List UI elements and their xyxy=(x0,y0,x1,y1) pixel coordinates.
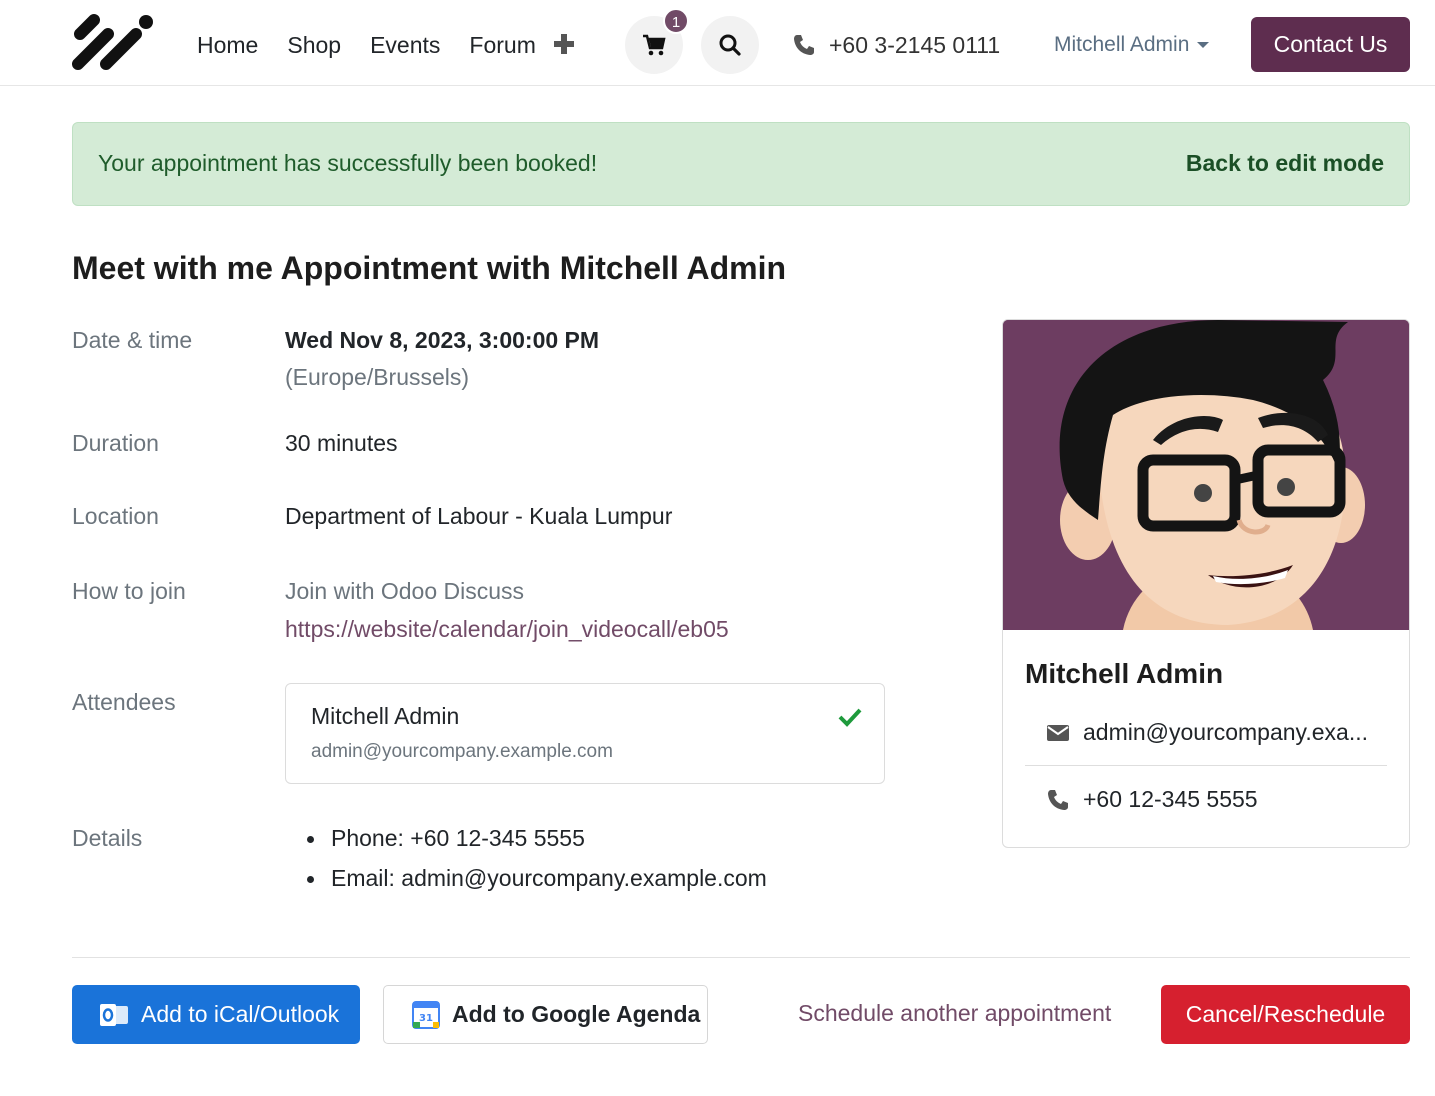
schedule-another-link[interactable]: Schedule another appointment xyxy=(798,1000,1111,1027)
page-title: Meet with me Appointment with Mitchell A… xyxy=(72,250,787,286)
svg-text:31: 31 xyxy=(419,1013,433,1024)
join-label: How to join xyxy=(72,578,186,604)
footer-divider xyxy=(72,957,1410,958)
nav-forum[interactable]: Forum xyxy=(469,30,535,60)
date-label: Date & time xyxy=(72,327,193,353)
card-phone: +60 12-345 5555 xyxy=(1083,786,1258,812)
phone-icon xyxy=(1048,789,1068,810)
duration-label: Duration xyxy=(72,430,159,456)
card-email-row[interactable]: admin@yourcompany.exa... xyxy=(1047,719,1368,746)
date-value: Wed Nov 8, 2023, 3:00:00 PM xyxy=(285,327,600,353)
join-url-link[interactable]: https://website/calendar/join_videocall/… xyxy=(285,616,729,643)
contact-us-button[interactable]: Contact Us xyxy=(1251,17,1410,72)
attendee-name: Mitchell Admin xyxy=(311,703,460,729)
attendee-card: Mitchell Admin admin@yourcompany.example… xyxy=(285,683,885,784)
search-button[interactable] xyxy=(701,16,759,74)
cart-icon xyxy=(643,34,666,56)
join-text: Join with Odoo Discuss xyxy=(285,578,525,604)
nav-shop[interactable]: Shop xyxy=(287,30,341,60)
user-name: Mitchell Admin xyxy=(1054,33,1190,56)
card-divider xyxy=(1025,765,1387,766)
success-alert: Your appointment has successfully been b… xyxy=(72,122,1410,206)
main-nav: Home Shop Events Forum xyxy=(197,30,565,60)
search-icon xyxy=(719,34,741,56)
nav-home[interactable]: Home xyxy=(197,30,258,60)
company-logo-icon[interactable] xyxy=(70,12,156,74)
gcal-label: Add to Google Agenda xyxy=(452,1001,701,1027)
details-label: Details xyxy=(72,825,143,851)
user-dropdown[interactable]: Mitchell Admin xyxy=(1054,31,1210,59)
cancel-reschedule-button[interactable]: Cancel/Reschedule xyxy=(1161,985,1410,1044)
ical-label: Add to iCal/Outlook xyxy=(141,1001,340,1027)
attendee-email: admin@yourcompany.example.com xyxy=(311,741,613,762)
check-icon xyxy=(838,708,862,727)
card-email: admin@yourcompany.exa... xyxy=(1083,719,1368,745)
avatar xyxy=(1003,320,1409,630)
timezone-value: (Europe/Brussels) xyxy=(285,364,470,390)
plus-icon[interactable] xyxy=(552,31,576,57)
nav-events[interactable]: Events xyxy=(370,30,440,60)
cart-count-badge: 1 xyxy=(663,8,689,34)
location-label: Location xyxy=(72,503,159,529)
back-to-edit-link[interactable]: Back to edit mode xyxy=(1186,150,1384,177)
details-list: Phone: +60 12-345 5555 Email: admin@your… xyxy=(306,823,767,903)
card-phone-row[interactable]: +60 12-345 5555 xyxy=(1047,786,1258,813)
chevron-down-icon xyxy=(1197,42,1210,48)
google-calendar-icon: 31 xyxy=(412,1000,440,1029)
details-phone: Phone: +60 12-345 5555 xyxy=(306,823,767,863)
envelope-icon xyxy=(1047,724,1069,741)
header-phone[interactable]: +60 3-2145 0111 xyxy=(793,30,1000,60)
alert-message: Your appointment has successfully been b… xyxy=(98,150,598,176)
site-header: Home Shop Events Forum 1 +60 3-2145 0111… xyxy=(0,0,1435,86)
phone-icon xyxy=(794,35,814,55)
attendees-label: Attendees xyxy=(72,689,176,715)
duration-value: 30 minutes xyxy=(285,430,398,456)
details-email: Email: admin@yourcompany.example.com xyxy=(306,863,767,903)
add-to-ical-button[interactable]: Add to iCal/Outlook xyxy=(72,985,360,1044)
outlook-icon xyxy=(100,1003,128,1026)
card-name: Mitchell Admin xyxy=(1025,658,1224,689)
location-value: Department of Labour - Kuala Lumpur xyxy=(285,503,673,529)
add-to-google-button[interactable]: 31 Add to Google Agenda xyxy=(383,985,708,1044)
staff-card: Mitchell Admin admin@yourcompany.exa... … xyxy=(1002,319,1410,848)
header-phone-number: +60 3-2145 0111 xyxy=(829,32,1001,58)
